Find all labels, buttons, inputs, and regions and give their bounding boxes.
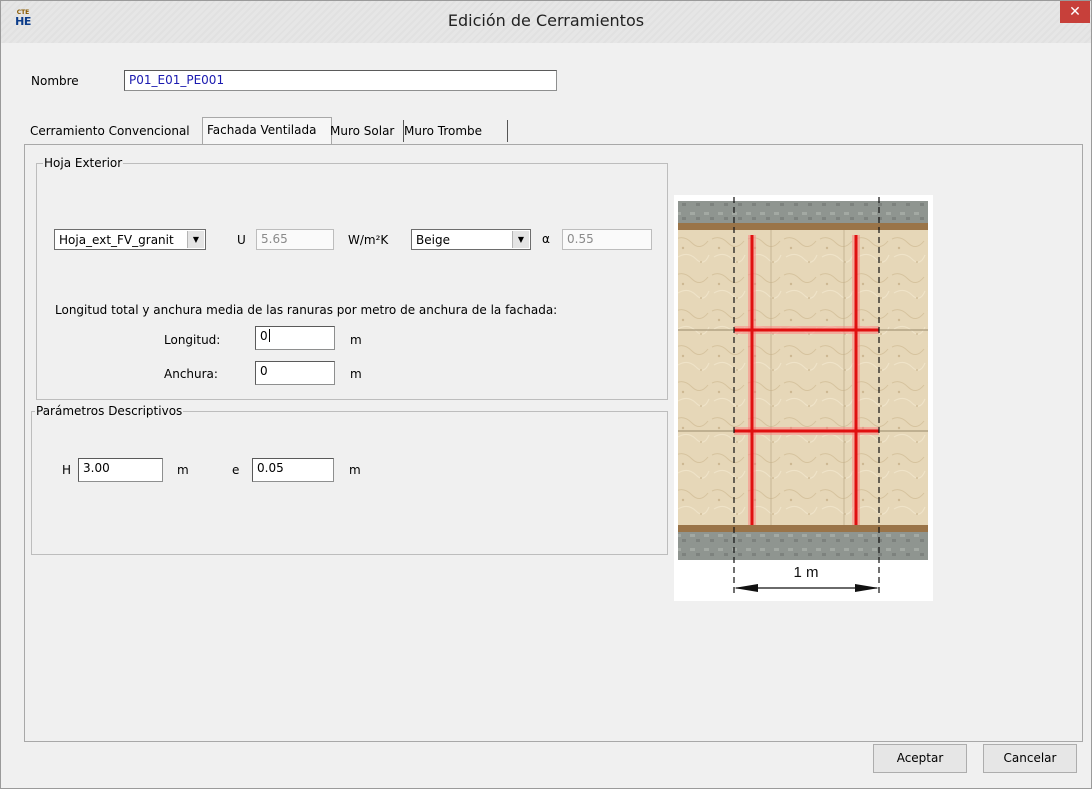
aceptar-button[interactable]: Aceptar	[873, 744, 967, 773]
tab-muro-trombe[interactable]: Muro Trombe	[400, 120, 508, 142]
close-button[interactable]: ✕	[1060, 1, 1090, 23]
material-select[interactable]: Hoja_ext_FV_granit ▼	[54, 229, 206, 250]
longitud-label: Longitud:	[164, 333, 221, 347]
title-bar[interactable]: CTE HE Edición de Cerramientos ✕	[1, 1, 1091, 43]
cancelar-button[interactable]: Cancelar	[983, 744, 1077, 773]
dialog-content: Nombre P01_E01_PE001 Cerramiento Convenc…	[9, 43, 1083, 780]
fachada-ventilada-illustration: 1 m	[674, 195, 933, 601]
h-label: H	[62, 463, 72, 477]
anchura-unit: m	[350, 367, 362, 381]
anchura-input[interactable]: 0	[255, 361, 335, 385]
longitud-unit: m	[350, 333, 362, 347]
material-select-value: Hoja_ext_FV_granit	[59, 233, 174, 247]
e-label: e	[232, 463, 240, 477]
anchura-label: Anchura:	[164, 367, 218, 381]
tab-muro-solar[interactable]: Muro Solar	[326, 120, 404, 142]
ranuras-description: Longitud total y anchura media de las ra…	[55, 303, 558, 317]
dialog-window: CTE HE Edición de Cerramientos ✕ Nombre …	[0, 0, 1092, 789]
u-value-field: 5.65	[256, 229, 334, 250]
color-select-value: Beige	[416, 233, 450, 247]
parametros-descriptivos-title: Parámetros Descriptivos	[35, 404, 184, 418]
hoja-exterior-title: Hoja Exterior	[43, 156, 124, 170]
parametros-descriptivos-group: Parámetros Descriptivos H 3.00 m e 0.05 …	[31, 404, 668, 555]
color-select[interactable]: Beige ▼	[411, 229, 531, 250]
nombre-input[interactable]: P01_E01_PE001	[124, 70, 557, 91]
longitud-value: 0	[260, 329, 268, 343]
text-cursor	[268, 329, 270, 342]
h-input[interactable]: 3.00	[78, 458, 163, 482]
facade-diagram: 1 m	[678, 197, 928, 593]
tab-fachada-ventilada[interactable]: Fachada Ventilada	[202, 117, 332, 144]
u-unit-label: W/m²K	[348, 233, 389, 247]
chevron-down-icon[interactable]: ▼	[512, 231, 529, 248]
close-icon: ✕	[1069, 4, 1081, 20]
window-title: Edición de Cerramientos	[447, 11, 645, 30]
alpha-value-field: 0.55	[562, 229, 652, 250]
alpha-label: α	[542, 232, 550, 246]
hoja-exterior-group: Hoja Exterior Hoja_ext_FV_granit ▼ U 5.6…	[36, 156, 668, 400]
chevron-down-icon[interactable]: ▼	[187, 231, 204, 248]
dimension-label: 1 m	[793, 564, 818, 581]
longitud-input[interactable]: 0	[255, 326, 335, 350]
nombre-label: Nombre	[31, 74, 79, 88]
tab-cerramiento-convencional[interactable]: Cerramiento Convencional	[26, 120, 208, 142]
h-unit: m	[177, 463, 189, 477]
e-unit: m	[349, 463, 361, 477]
u-label: U	[237, 233, 246, 247]
e-input[interactable]: 0.05	[252, 458, 334, 482]
